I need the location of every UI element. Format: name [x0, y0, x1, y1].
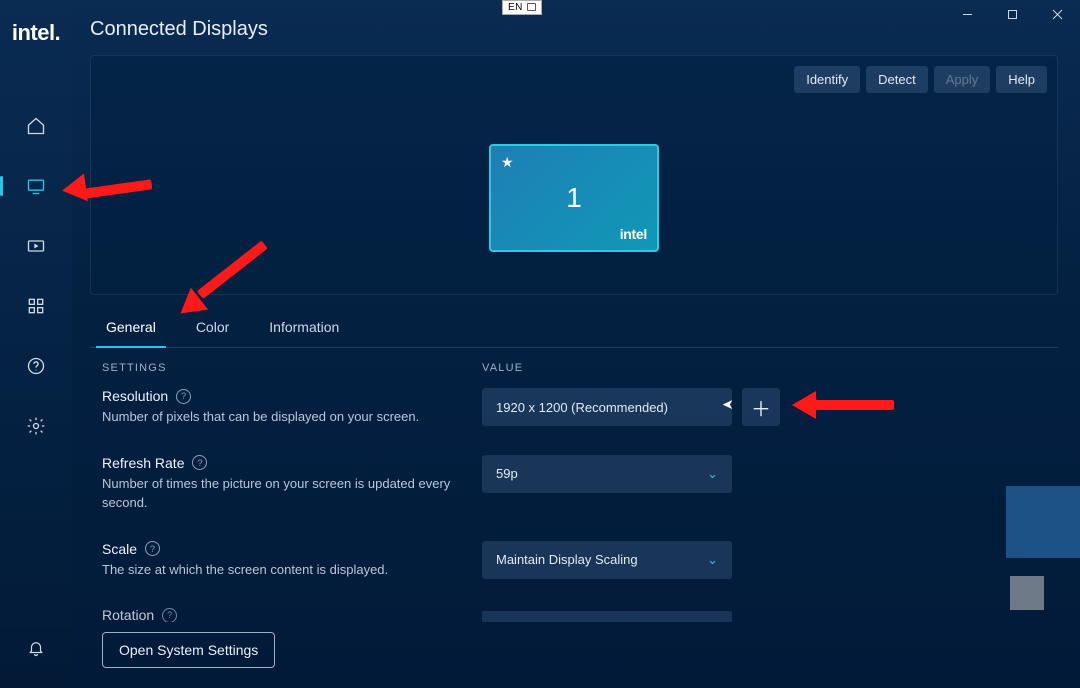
resolution-value: 1920 x 1200 (Recommended) — [496, 400, 668, 415]
nav-notifications[interactable] — [0, 628, 72, 668]
video-icon — [26, 236, 46, 256]
language-code-label: EN — [508, 2, 523, 13]
primary-star-icon: ★ — [501, 154, 514, 171]
rotation-select[interactable] — [482, 611, 732, 622]
row-scale: Scale? The size at which the screen cont… — [90, 537, 1058, 604]
footer: Open System Settings — [90, 622, 1058, 688]
refresh-rate-select[interactable]: 59p ⌄ — [482, 455, 732, 493]
help-icon[interactable]: ? — [162, 608, 177, 622]
sidebar: intel. — [0, 0, 72, 688]
refresh-desc: Number of times the picture on your scre… — [102, 475, 482, 513]
cursor-icon: ➤ — [722, 396, 734, 413]
row-resolution: Resolution? Number of pixels that can be… — [90, 384, 1058, 451]
resolution-select[interactable]: 1920 x 1200 (Recommended) — [482, 388, 732, 426]
grid-icon — [26, 296, 46, 316]
column-header-settings: SETTINGS — [102, 362, 482, 374]
help-button[interactable]: Help — [996, 66, 1047, 93]
minimize-button[interactable] — [945, 0, 990, 28]
refresh-value: 59p — [496, 466, 518, 481]
nav-video[interactable] — [0, 226, 72, 266]
resolution-desc: Number of pixels that can be displayed o… — [102, 408, 482, 427]
nav-display[interactable] — [0, 166, 72, 206]
nav-support[interactable] — [0, 346, 72, 386]
chevron-down-icon: ⌄ — [707, 552, 718, 568]
intel-logo: intel. — [12, 20, 60, 46]
help-circle-icon — [26, 356, 46, 376]
main-content: Connected Displays Identify Detect Apply… — [72, 0, 1080, 688]
scale-desc: The size at which the screen content is … — [102, 561, 482, 580]
refresh-title: Refresh Rate — [102, 455, 184, 471]
apply-button: Apply — [934, 66, 991, 93]
nav-apps[interactable] — [0, 286, 72, 326]
scale-select[interactable]: Maintain Display Scaling ⌄ — [482, 541, 732, 579]
scale-value: Maintain Display Scaling — [496, 552, 638, 567]
titlebar: EN — [0, 0, 1080, 24]
help-icon[interactable]: ? — [145, 541, 160, 556]
scale-title: Scale — [102, 541, 137, 557]
decor-square — [1010, 576, 1044, 610]
keyboard-layout-icon — [527, 3, 536, 11]
resolution-title: Resolution — [102, 388, 168, 404]
column-header-value: VALUE — [482, 362, 1046, 374]
open-system-settings-button[interactable]: Open System Settings — [102, 632, 275, 668]
settings-body: SETTINGS VALUE Resolution? Number of pix… — [90, 348, 1058, 622]
detect-button[interactable]: Detect — [866, 66, 928, 93]
display-icon — [26, 176, 46, 196]
tab-information[interactable]: Information — [265, 309, 343, 347]
display-number: 1 — [566, 182, 582, 214]
close-button[interactable] — [1035, 0, 1080, 28]
nav-home[interactable] — [0, 106, 72, 146]
tab-general[interactable]: General — [102, 309, 160, 347]
nav-preferences[interactable] — [0, 406, 72, 446]
display-brand-label: intel — [620, 226, 647, 242]
identify-button[interactable]: Identify — [794, 66, 860, 93]
help-icon[interactable]: ? — [176, 389, 191, 404]
maximize-button[interactable] — [990, 0, 1035, 28]
language-indicator[interactable]: EN — [502, 0, 542, 15]
add-custom-resolution-button[interactable]: ＋ — [742, 388, 780, 426]
row-refresh-rate: Refresh Rate? Number of times the pictur… — [90, 451, 1058, 537]
tab-color[interactable]: Color — [192, 309, 233, 347]
window-controls — [945, 0, 1080, 28]
decor-square — [1006, 486, 1080, 558]
settings-tabs: General Color Information — [90, 309, 1058, 348]
rotation-title: Rotation — [102, 607, 154, 622]
chevron-down-icon: ⌄ — [707, 466, 718, 482]
help-icon[interactable]: ? — [192, 455, 207, 470]
display-tile-1[interactable]: ★ 1 intel — [489, 144, 659, 252]
bell-icon — [27, 639, 45, 657]
row-rotation: Rotation? — [90, 603, 1058, 622]
connected-displays-panel: Identify Detect Apply Help ★ 1 intel — [90, 55, 1058, 295]
home-icon — [26, 116, 46, 136]
gear-icon — [26, 416, 46, 436]
